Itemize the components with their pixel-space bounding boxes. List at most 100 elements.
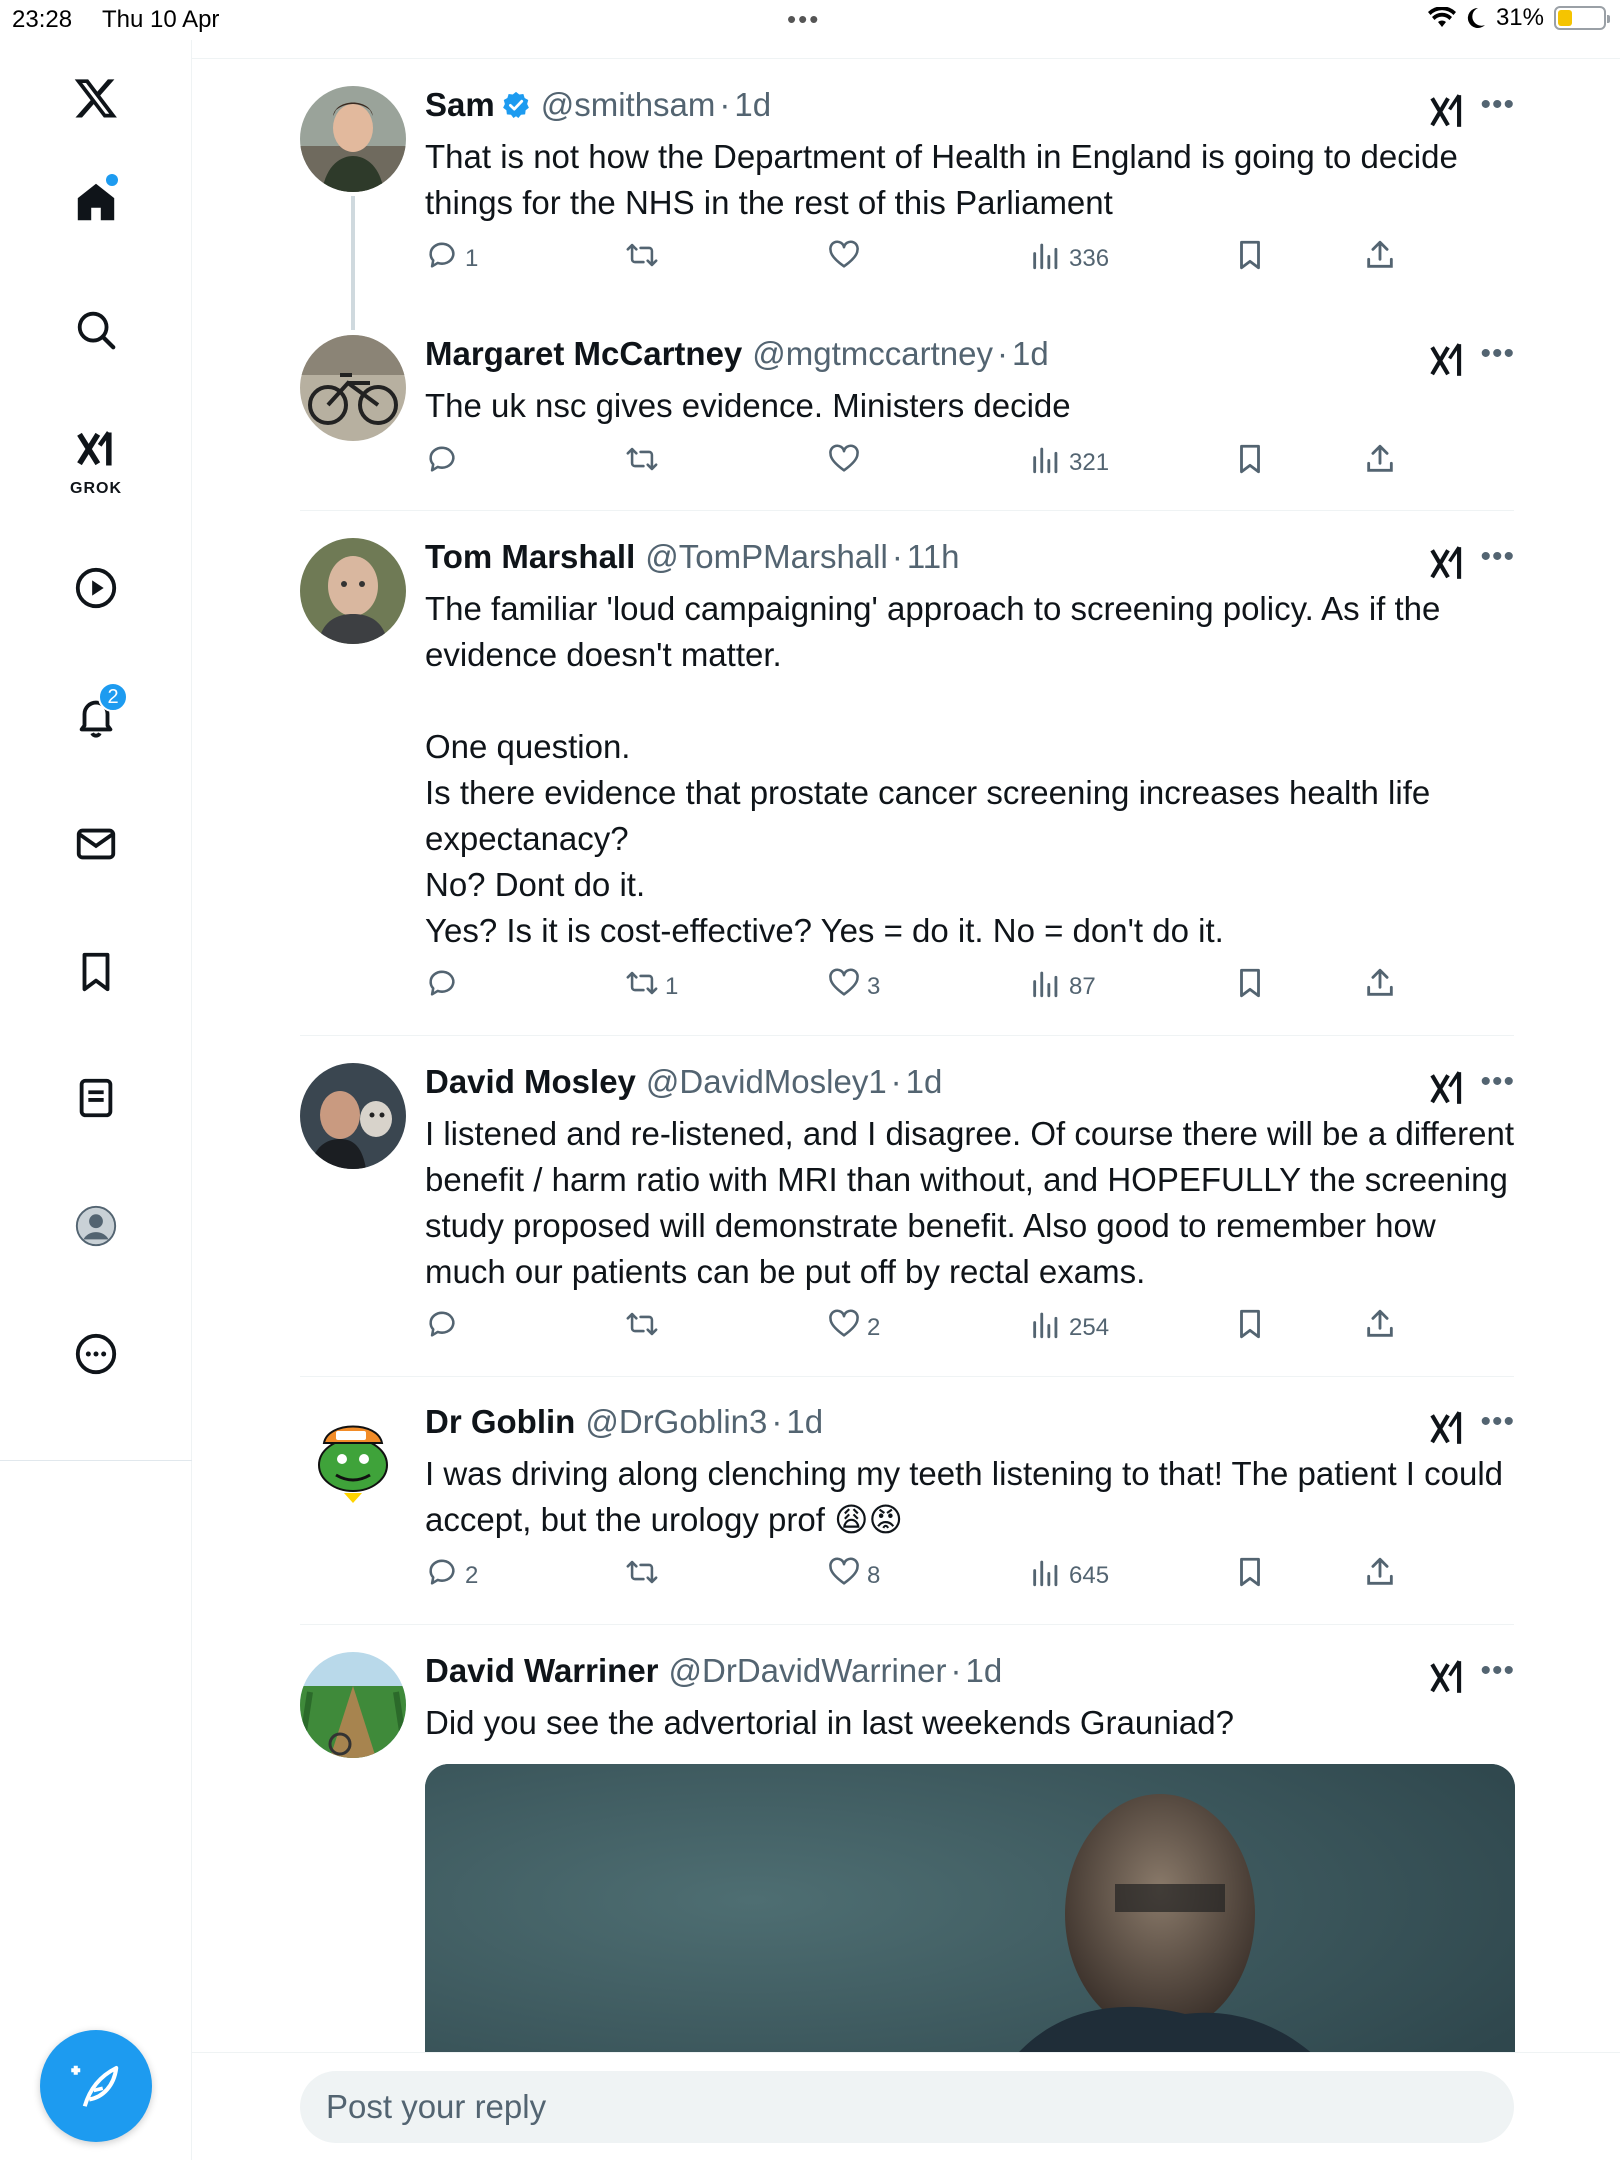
notifications-icon[interactable]: 2 [60, 680, 132, 752]
repost-icon [625, 1307, 659, 1348]
more-options-icon[interactable]: ••• [1480, 1654, 1515, 1688]
multitask-dots-icon[interactable]: ••• [787, 4, 820, 35]
wifi-icon [1427, 7, 1456, 27]
post-header: Sam @smithsam · 1d [425, 86, 1515, 126]
compose-feather-icon [71, 2065, 119, 2107]
x-logo-icon[interactable] [60, 62, 132, 134]
views-button[interactable]: 254 [1029, 1307, 1109, 1348]
reply-icon [425, 1555, 459, 1596]
like-count: 3 [867, 972, 881, 1000]
home-icon[interactable] [60, 166, 132, 238]
separator-dot: · [890, 1063, 902, 1100]
more-options-icon[interactable] [60, 1318, 132, 1390]
bookmark-button[interactable] [1233, 442, 1267, 483]
post-text: Did you see the advertorial in last week… [425, 1704, 1234, 1741]
reply-button[interactable] [425, 442, 465, 483]
grok-explain-icon[interactable] [1429, 1409, 1467, 1447]
views-button[interactable]: 336 [1029, 238, 1109, 279]
battery-level [1558, 10, 1572, 26]
reply-button[interactable]: 2 [425, 1555, 478, 1596]
author-name[interactable]: Sam [425, 86, 495, 124]
profile-avatar-icon[interactable] [60, 1190, 132, 1262]
bookmark-button[interactable] [1233, 238, 1267, 279]
bookmark-button[interactable] [1233, 966, 1267, 1007]
post-text: The familiar 'loud campaigning' approach… [425, 590, 1441, 949]
share-button[interactable] [1363, 1555, 1397, 1596]
more-options-icon[interactable]: ••• [1480, 1065, 1515, 1099]
reply-input[interactable]: Post your reply [300, 2071, 1514, 2143]
post-header: Dr Goblin @DrGoblin3 · 1d [425, 1403, 1515, 1443]
repost-button[interactable] [625, 1555, 665, 1596]
reply-button[interactable]: 1 [425, 238, 478, 279]
repost-button[interactable] [625, 238, 665, 279]
views-button[interactable]: 321 [1029, 442, 1109, 483]
grok-explain-icon[interactable] [1429, 544, 1467, 582]
author-handle[interactable]: @mgtmccartney [752, 335, 993, 373]
grok-nav-item[interactable]: GROK [60, 420, 132, 497]
share-button[interactable] [1363, 966, 1397, 1007]
author-handle[interactable]: @DrGoblin3 [585, 1403, 767, 1441]
reply-button[interactable] [425, 1307, 465, 1348]
search-icon[interactable] [60, 294, 132, 366]
reply-button[interactable] [425, 966, 465, 1007]
reply-icon [425, 1307, 459, 1348]
grok-explain-icon[interactable] [1429, 92, 1467, 130]
author-name[interactable]: Margaret McCartney [425, 335, 742, 373]
share-button[interactable] [1363, 1307, 1397, 1348]
post-avatar[interactable] [300, 335, 406, 441]
post-avatar[interactable] [300, 1403, 406, 1509]
more-options-icon[interactable]: ••• [1480, 540, 1515, 574]
grok-explain-icon[interactable] [1429, 1658, 1467, 1696]
views-icon [1029, 1555, 1063, 1596]
views-button[interactable]: 87 [1029, 966, 1096, 1007]
repost-button[interactable] [625, 1307, 665, 1348]
more-options-icon[interactable]: ••• [1480, 88, 1515, 122]
bookmark-icon [1233, 238, 1267, 279]
compose-button[interactable] [40, 2030, 152, 2142]
grok-explain-icon[interactable] [1429, 341, 1467, 379]
post-avatar[interactable] [300, 1652, 406, 1758]
post-time[interactable]: 1d [906, 1063, 943, 1101]
share-button[interactable] [1363, 442, 1397, 483]
like-button[interactable] [827, 442, 867, 483]
status-time: 23:28 [12, 6, 73, 33]
author-name[interactable]: Tom Marshall [425, 538, 635, 576]
post-avatar[interactable] [300, 86, 406, 192]
bookmark-button[interactable] [1233, 1307, 1267, 1348]
post-time[interactable]: 1d [786, 1403, 823, 1441]
like-button[interactable]: 3 [827, 966, 880, 1007]
bookmark-icon [1233, 966, 1267, 1007]
author-name[interactable]: David Warriner [425, 1652, 659, 1690]
more-options-icon[interactable]: ••• [1480, 337, 1515, 371]
lists-icon[interactable] [60, 1062, 132, 1134]
post-avatar[interactable] [300, 538, 406, 644]
author-name[interactable]: David Mosley [425, 1063, 636, 1101]
post-avatar[interactable] [300, 1063, 406, 1169]
views-button[interactable]: 645 [1029, 1555, 1109, 1596]
author-handle[interactable]: @DrDavidWarriner [669, 1652, 947, 1690]
messages-icon[interactable] [60, 808, 132, 880]
post-text: I was driving along clenching my teeth l… [425, 1455, 1504, 1538]
separator-dot: · [719, 86, 731, 123]
post-time[interactable]: 1d [966, 1652, 1003, 1690]
like-button[interactable] [827, 238, 867, 279]
post-actions: 1 336 [425, 238, 1515, 278]
post-time[interactable]: 1d [734, 86, 771, 124]
like-button[interactable]: 8 [827, 1555, 880, 1596]
repost-button[interactable] [625, 442, 665, 483]
more-options-icon[interactable]: ••• [1480, 1405, 1515, 1439]
repost-button[interactable]: 1 [625, 966, 678, 1007]
bookmark-button[interactable] [1233, 1555, 1267, 1596]
author-name[interactable]: Dr Goblin [425, 1403, 575, 1441]
author-handle[interactable]: @DavidMosley1 [646, 1063, 887, 1101]
author-handle[interactable]: @smithsam [541, 86, 716, 124]
video-play-icon[interactable] [60, 552, 132, 624]
post-time[interactable]: 11h [907, 538, 960, 576]
post-item: Margaret McCartney @mgtmccartney · 1d ••… [425, 335, 1515, 429]
share-button[interactable] [1363, 238, 1397, 279]
author-handle[interactable]: @TomPMarshall [645, 538, 888, 576]
post-time[interactable]: 1d [1012, 335, 1049, 373]
bookmarks-icon[interactable] [60, 936, 132, 1008]
like-button[interactable]: 2 [827, 1307, 880, 1348]
grok-explain-icon[interactable] [1429, 1069, 1467, 1107]
